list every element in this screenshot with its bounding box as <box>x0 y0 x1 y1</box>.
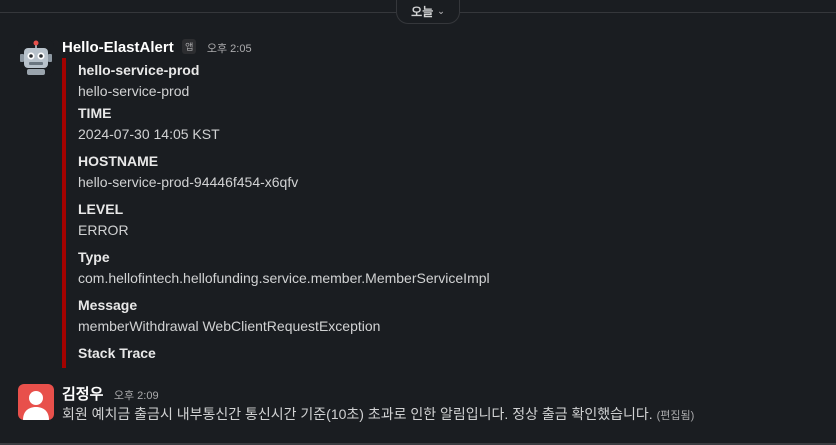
field-hostname: HOSTNAME hello-service-prod-94446f454-x6… <box>78 153 298 190</box>
field-type: Type com.hellofintech.hellofunding.servi… <box>78 249 490 286</box>
date-label: 오늘 <box>411 5 434 19</box>
field-time: TIME 2024-07-30 14:05 KST <box>78 105 220 142</box>
message-header: Hello-ElastAlert 앱 오후 2:05 <box>62 39 252 57</box>
message-text: 회원 예치금 출금시 내부통신간 통신시간 기준(10초) 초과로 인한 알림입… <box>62 406 653 422</box>
attachment-heading: hello-service-prod <box>78 62 200 78</box>
alert-attachment: hello-service-prod hello-service-prod TI… <box>62 58 826 368</box>
edited-label: (편집됨) <box>656 410 695 422</box>
field-title: Type <box>78 249 110 265</box>
date-jump-button[interactable]: 오늘 ⌄ <box>396 0 460 24</box>
field-value: ERROR <box>78 222 129 238</box>
field-value: memberWithdrawal WebClientRequestExcepti… <box>78 318 381 334</box>
field-title: TIME <box>78 105 112 121</box>
field-title: LEVEL <box>78 201 124 217</box>
message-body: 회원 예치금 출금시 내부통신간 통신시간 기준(10초) 초과로 인한 알림입… <box>62 404 694 424</box>
field-title: Stack Trace <box>78 345 156 361</box>
field-value: hello-service-prod-94446f454-x6qfv <box>78 174 299 190</box>
field-value: com.hellofintech.hellofunding.service.me… <box>78 270 490 286</box>
timestamp[interactable]: 오후 2:09 <box>114 390 159 402</box>
field-title: Message <box>78 297 138 313</box>
chevron-down-icon: ⌄ <box>437 6 445 16</box>
app-badge: 앱 <box>182 39 197 54</box>
field-title: HOSTNAME <box>78 153 159 169</box>
robot-avatar-icon[interactable] <box>18 40 54 76</box>
timestamp[interactable]: 오후 2:05 <box>207 43 252 55</box>
field-level: LEVEL ERROR <box>78 201 129 238</box>
reply-message: 김정우 오후 2:09 회원 예치금 출금시 내부통신간 통신시간 기준(10초… <box>0 380 836 430</box>
sender-name[interactable]: Hello-ElastAlert <box>62 39 174 56</box>
sender-name[interactable]: 김정우 <box>62 386 103 403</box>
attachment-heading-value: hello-service-prod <box>78 83 190 99</box>
message-header: 김정우 오후 2:09 <box>62 383 159 404</box>
field-stack-trace: Stack Trace <box>78 345 156 361</box>
user-avatar-icon[interactable] <box>18 384 54 420</box>
field-value: 2024-07-30 14:05 KST <box>78 126 220 142</box>
field-message: Message memberWithdrawal WebClientReques… <box>78 297 380 334</box>
